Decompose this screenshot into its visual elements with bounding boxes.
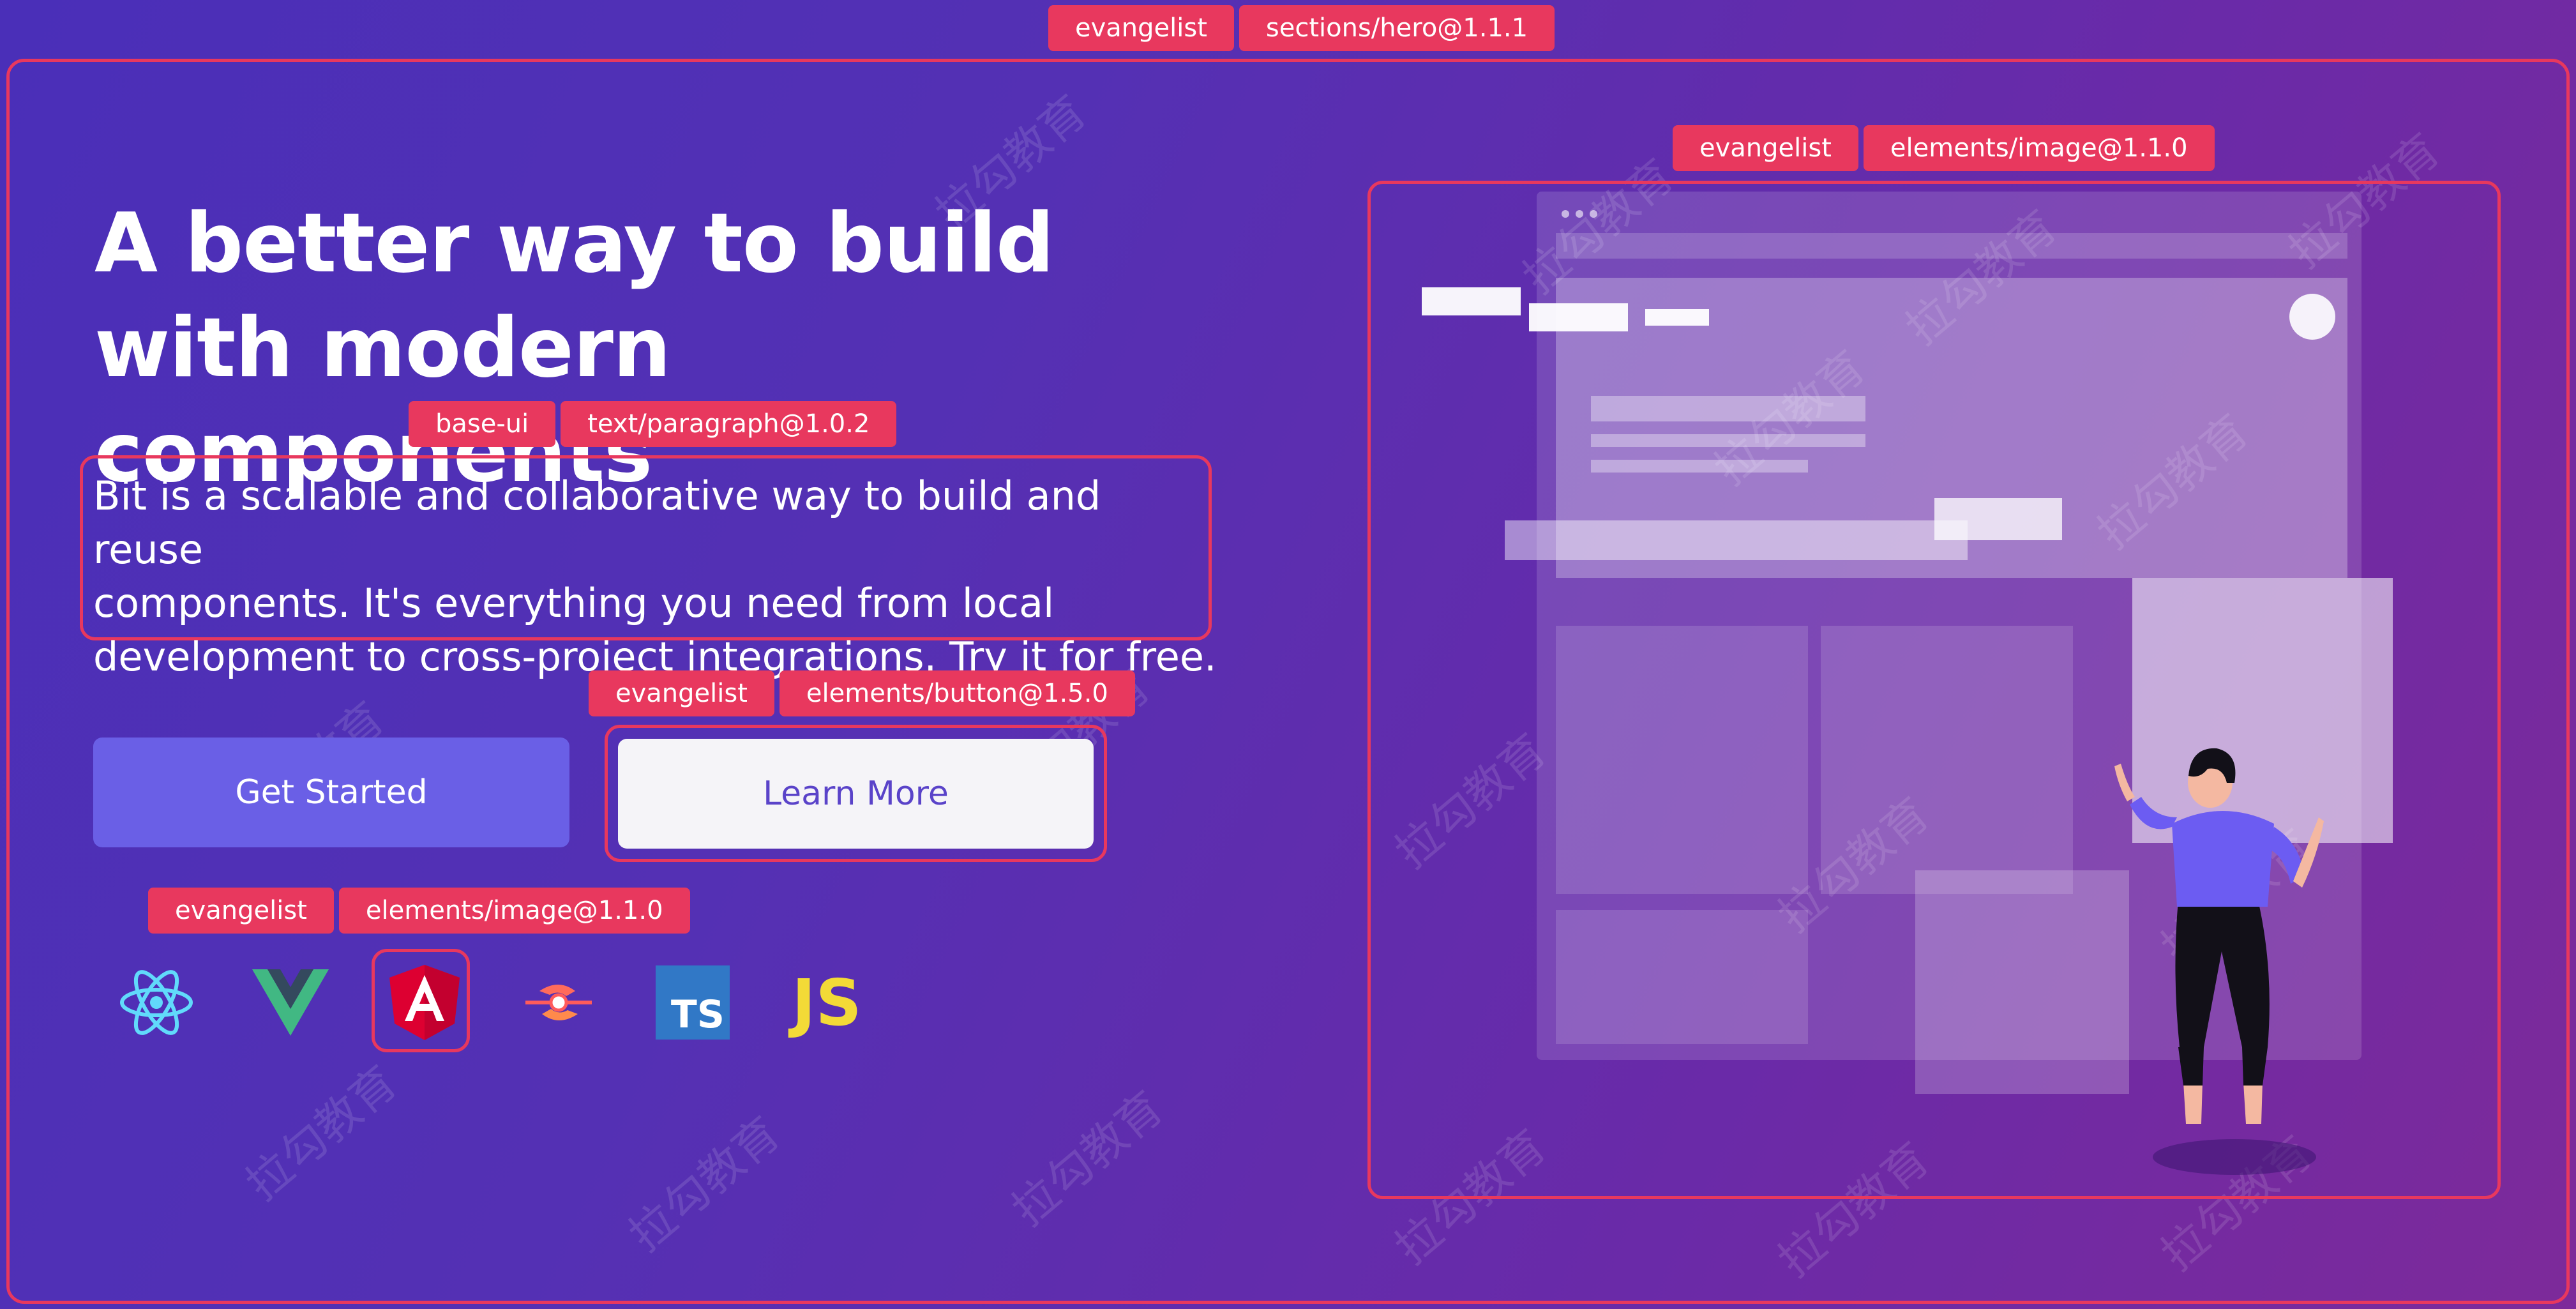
floating-bar <box>1422 287 1521 315</box>
hero-component-tag[interactable]: sections/hero@1.1.1 <box>1239 5 1555 51</box>
learn-more-button[interactable]: Learn More <box>618 739 1094 849</box>
floating-card <box>2132 578 2393 843</box>
text-placeholder <box>1591 396 1865 421</box>
floating-bar <box>1529 303 1628 331</box>
hero-scope-tag[interactable]: evangelist <box>1048 5 1234 51</box>
person-shadow <box>2153 1139 2316 1175</box>
angular-icon <box>358 949 492 1054</box>
content-card <box>1556 626 1808 894</box>
button-scope-tag[interactable]: evangelist <box>589 670 774 716</box>
floating-circle <box>2289 294 2335 340</box>
floating-bar <box>1645 309 1709 326</box>
button-component-tag[interactable]: elements/button@1.5.0 <box>779 670 1135 716</box>
stencil-icon <box>492 951 626 1054</box>
javascript-icon: JS <box>792 965 862 1040</box>
vue-icon <box>223 951 358 1054</box>
content-card <box>1821 626 2073 894</box>
description-line-1: Bit is a scalable and collaborative way … <box>93 473 1101 573</box>
react-icon <box>89 951 223 1054</box>
button-tag-row: evangelist elements/button@1.5.0 <box>589 670 1135 716</box>
framework-icons: TS JS <box>89 949 894 1054</box>
hero-illustration <box>1422 192 2393 1175</box>
address-bar <box>1556 233 2347 259</box>
icons-component-tag[interactable]: elements/image@1.1.0 <box>338 888 690 934</box>
text-placeholder <box>1591 434 1865 447</box>
image-scope-tag[interactable]: evangelist <box>1673 125 1858 171</box>
image-component-tag[interactable]: elements/image@1.1.0 <box>1863 125 2215 171</box>
angular-icon-outline <box>372 949 470 1052</box>
floating-card <box>1915 870 2129 1094</box>
hero-description: Bit is a scalable and collaborative way … <box>93 469 1217 684</box>
floating-bar <box>1505 520 1968 560</box>
hero-tag-row: evangelist sections/hero@1.1.1 <box>1048 5 1555 51</box>
paragraph-component-tag[interactable]: text/paragraph@1.0.2 <box>561 401 897 447</box>
window-dot <box>1562 210 1569 218</box>
window-dot <box>1590 210 1597 218</box>
typescript-icon: TS <box>626 951 760 1054</box>
window-dot <box>1576 210 1583 218</box>
icons-scope-tag[interactable]: evangelist <box>148 888 334 934</box>
title-line-1: A better way to build <box>94 196 1054 291</box>
content-card <box>1556 910 1808 1044</box>
image-tag-row: evangelist elements/image@1.1.0 <box>1673 125 2215 171</box>
floating-bar <box>1934 498 2062 540</box>
get-started-button[interactable]: Get Started <box>93 738 569 847</box>
paragraph-tag-row: base-ui text/paragraph@1.0.2 <box>409 401 897 447</box>
description-line-2: components. It's everything you need fro… <box>93 580 1055 626</box>
paragraph-scope-tag[interactable]: base-ui <box>409 401 556 447</box>
text-placeholder <box>1591 460 1808 473</box>
icons-tag-row: evangelist elements/image@1.1.0 <box>148 888 690 934</box>
